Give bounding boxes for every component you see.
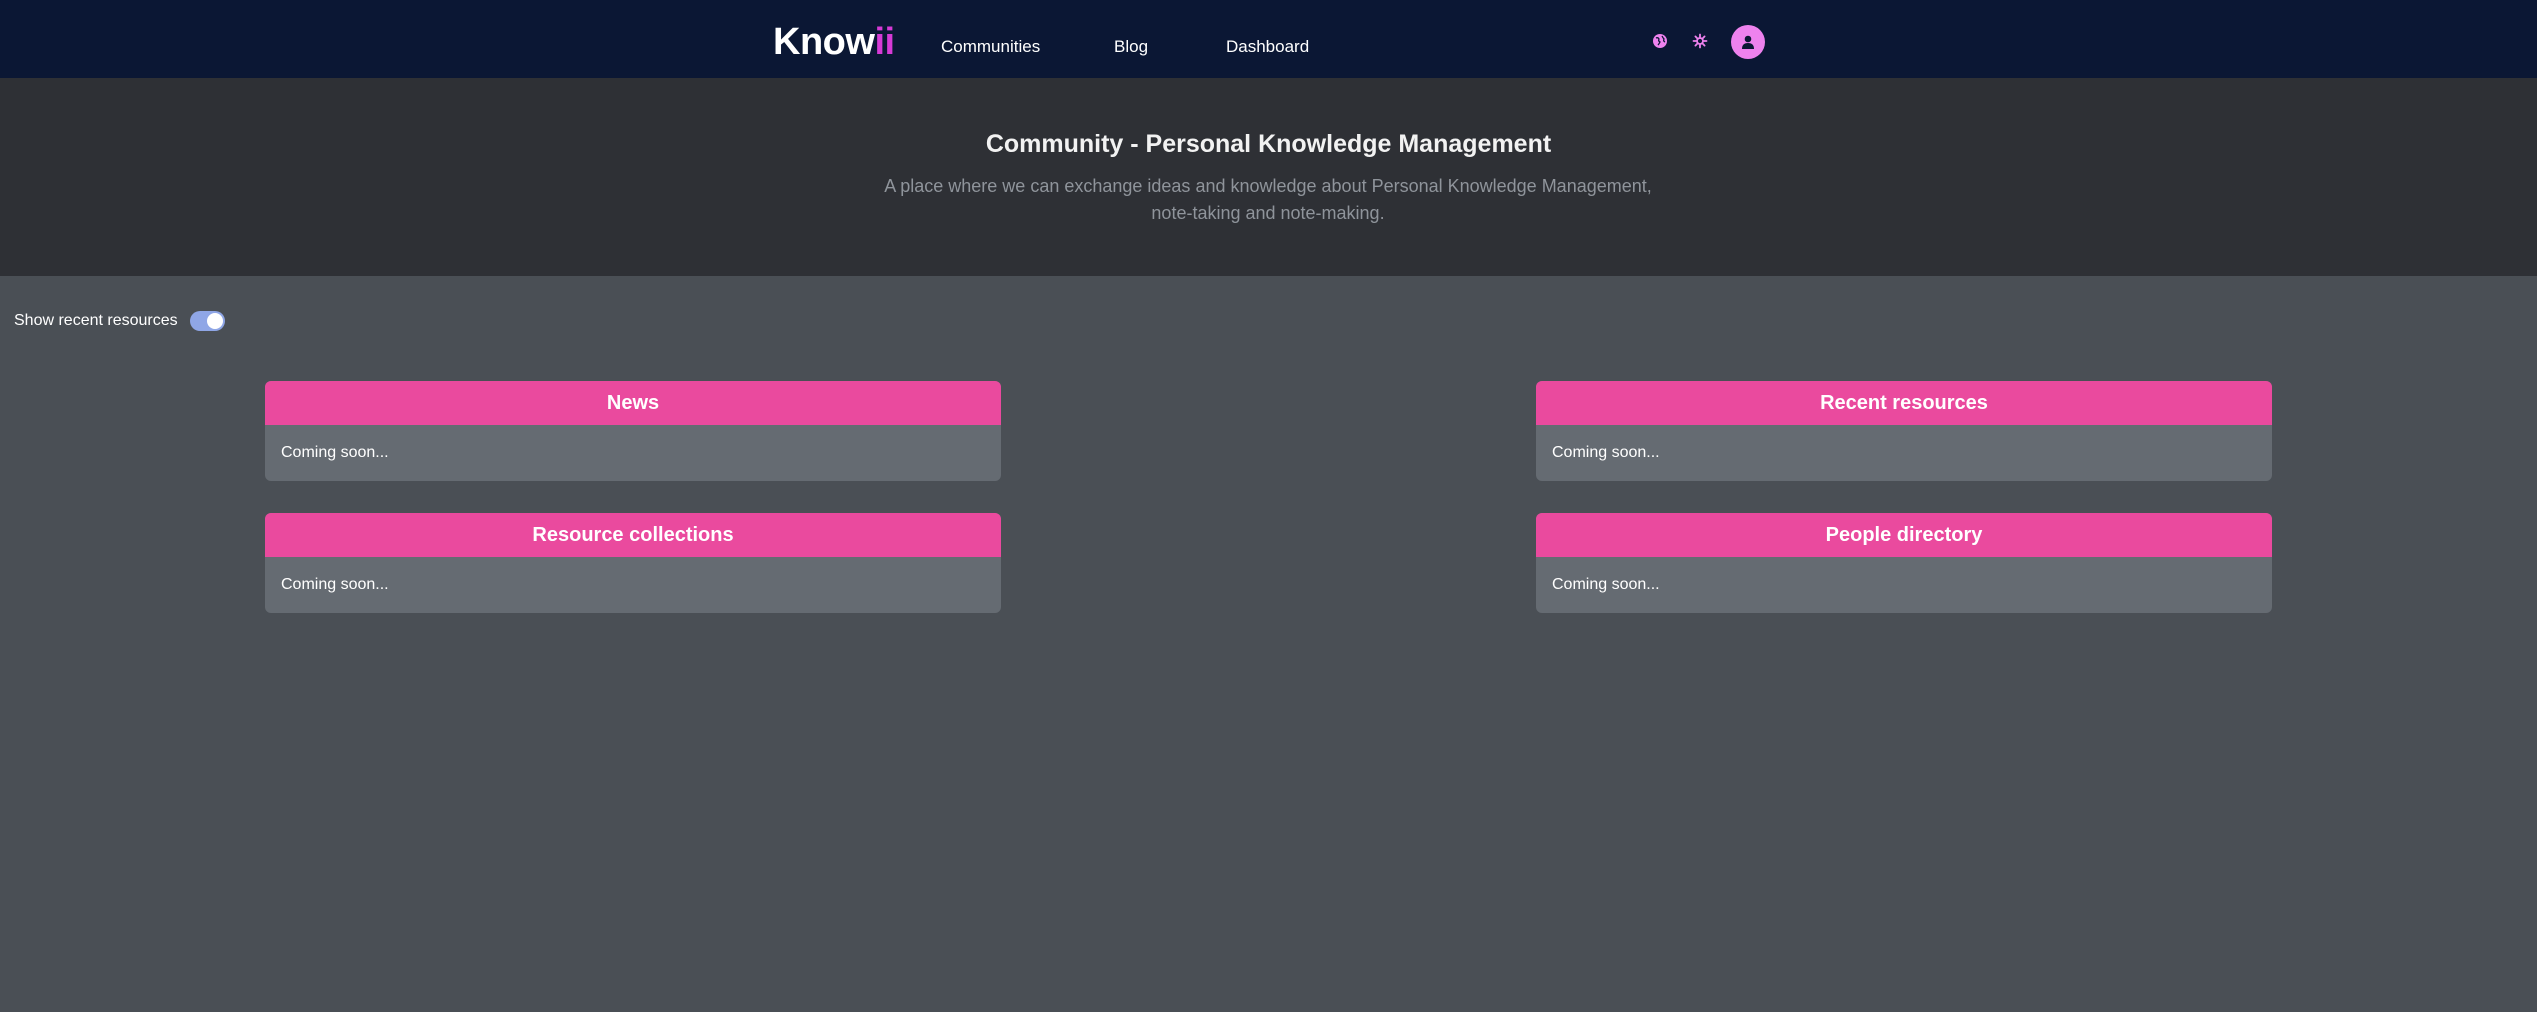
user-menu-button[interactable] xyxy=(1731,25,1765,59)
globe-icon xyxy=(1653,34,1667,48)
people-directory-card: People directory Coming soon... xyxy=(1536,513,2272,613)
settings-icon xyxy=(1692,33,1708,49)
language-button[interactable] xyxy=(1649,30,1671,52)
people-directory-card-body: Coming soon... xyxy=(1552,576,1660,593)
news-card: News Coming soon... xyxy=(265,381,1001,481)
user-icon xyxy=(1742,35,1754,49)
nav-link-dashboard[interactable]: Dashboard xyxy=(1226,36,1309,58)
nav-link-blog[interactable]: Blog xyxy=(1114,36,1148,58)
people-directory-card-title: People directory xyxy=(1536,513,2272,557)
top-navbar: Knowii Communities Blog Dashboard xyxy=(0,0,2537,78)
community-description: A place where we can exchange ideas and … xyxy=(884,176,1652,223)
logo-text-accent: ii xyxy=(874,21,895,63)
logo-text-main: Know xyxy=(773,21,875,63)
recent-resources-card-title: Recent resources xyxy=(1536,381,2272,425)
page-title: Community - Personal Knowledge Managemen… xyxy=(985,130,1552,158)
community-hero: Community - Personal Knowledge Managemen… xyxy=(0,78,2537,276)
resource-collections-card-body: Coming soon... xyxy=(281,576,389,593)
recent-resources-card-body: Coming soon... xyxy=(1552,444,1660,461)
toggle-label: Show recent resources xyxy=(14,312,178,329)
knowii-logo[interactable]: Knowii xyxy=(773,19,895,65)
theme-button[interactable] xyxy=(1689,30,1711,52)
recent-resources-toggle-row: Show recent resources xyxy=(14,310,225,332)
show-recent-resources-toggle[interactable] xyxy=(189,311,225,331)
news-card-title: News xyxy=(265,381,1001,425)
resource-collections-card: Resource collections Coming soon... xyxy=(265,513,1001,613)
news-card-body: Coming soon... xyxy=(281,444,389,461)
resource-collections-card-title: Resource collections xyxy=(265,513,1001,557)
toggle-knob xyxy=(206,313,223,329)
recent-resources-card: Recent resources Coming soon... xyxy=(1536,381,2272,481)
nav-link-communities[interactable]: Communities xyxy=(941,36,1040,58)
